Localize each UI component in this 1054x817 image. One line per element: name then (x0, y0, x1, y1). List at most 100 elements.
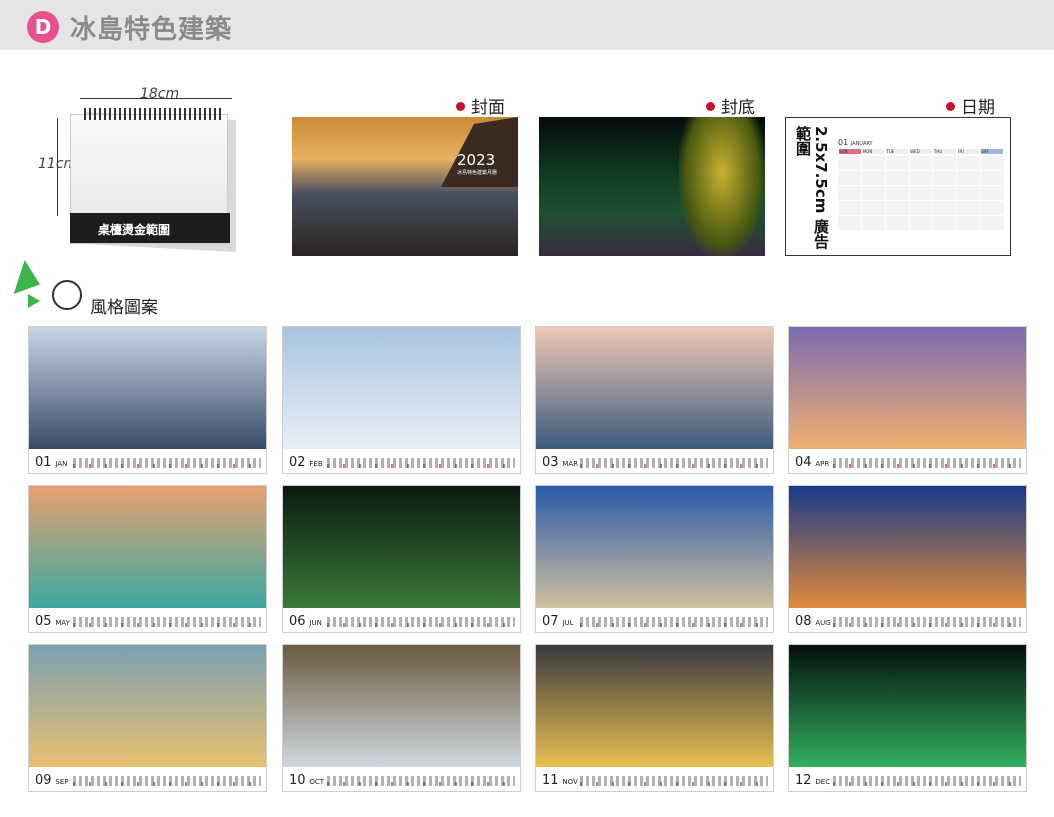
weekday-cell: SAT (981, 149, 1004, 154)
month-card: 03 MAR (535, 326, 774, 474)
mini-calendar-header: 01 JANUARY (838, 138, 873, 147)
back-cover-image (539, 117, 765, 256)
month-card: 06 JUN (282, 485, 521, 633)
weekend-markers (327, 623, 515, 627)
month-photo (283, 645, 520, 767)
section-badge: D (27, 11, 59, 43)
month-photo (789, 486, 1026, 608)
weekday-row: SUN MON TUE WED THU FRI SAT (838, 149, 1004, 154)
weekend-markers (580, 623, 768, 627)
date-label: 日期 (946, 93, 995, 118)
month-label: 08 AUG (795, 614, 831, 629)
month-label: 02 FEB (289, 455, 323, 470)
month-photo (29, 327, 266, 449)
month-abbr: JAN (55, 460, 68, 468)
girl-face-icon (52, 280, 82, 310)
bullet-icon (946, 102, 955, 111)
width-label: 18cm (140, 86, 180, 102)
back-label: 封底 (706, 93, 755, 118)
weekend-markers (73, 464, 261, 468)
bullet-icon (456, 102, 465, 111)
month-card: 07 JUL (535, 485, 774, 633)
month-card: 11 NOV (535, 644, 774, 792)
month-number: 03 (542, 455, 559, 470)
bullet-icon (706, 102, 715, 111)
month-number: 04 (795, 455, 812, 470)
month-number: 09 (35, 773, 52, 788)
arrow-icon (4, 258, 40, 294)
month-abbr: MAR (562, 460, 579, 468)
weekday-cell: SUN (839, 149, 861, 154)
cover-label: 封面 (456, 93, 505, 118)
month-abbr: FEB (309, 460, 323, 468)
weekend-markers (833, 464, 1021, 468)
month-card: 09 SEP (28, 644, 267, 792)
weekend-markers (73, 782, 261, 786)
desk-calendar: 桌檯燙金範圍 (70, 108, 238, 252)
month-label: 01 JAN (35, 455, 67, 470)
month-number: 10 (289, 773, 306, 788)
month-number: 07 (542, 614, 559, 629)
weekday-cell: THU (933, 149, 956, 154)
date-grid (838, 156, 1004, 230)
month-abbr: OCT (309, 778, 325, 786)
month-photo (283, 486, 520, 608)
desk-base-label: 桌檯燙金範圍 (98, 223, 171, 237)
month-number: 01 (35, 455, 52, 470)
month-label: 07 JUL (542, 614, 573, 629)
page-title: 冰島特色建築 (70, 15, 233, 45)
month-label: 05 MAY (35, 614, 70, 629)
month-number: 02 (289, 455, 306, 470)
month-card: 04 APR (788, 326, 1027, 474)
weekend-markers (580, 464, 768, 468)
month-abbr: SEP (55, 778, 69, 786)
month-photo (29, 486, 266, 608)
month-abbr: APR (815, 460, 830, 468)
month-number: 05 (35, 614, 52, 629)
weekend-markers (327, 782, 515, 786)
mini-calendar: 01 JANUARY SUN MON TUE WED THU FRI SAT (838, 138, 1004, 246)
month-label: 09 SEP (35, 773, 68, 788)
ad-area-text: 2.5x7.5cm 廣告範圍 (794, 126, 830, 249)
arrow-icon (28, 294, 40, 308)
tree-glow (679, 117, 765, 256)
month-card: 05 MAY (28, 485, 267, 633)
month-number: 08 (795, 614, 812, 629)
weekday-cell: MON (862, 149, 885, 154)
month-abbr: JUN (309, 619, 322, 627)
date-panel: 2.5x7.5cm 廣告範圍 01 JANUARY SUN MON TUE WE… (785, 117, 1011, 256)
month-photo (789, 327, 1026, 449)
cover-subtitle: 冰島特色建築月曆 (457, 170, 498, 176)
month-abbr: AUG (815, 619, 831, 627)
month-label: 03 MAR (542, 455, 578, 470)
month-number: 06 (289, 614, 306, 629)
weekend-markers (833, 782, 1021, 786)
month-card: 10 OCT (282, 644, 521, 792)
month-card: 02 FEB (282, 326, 521, 474)
weekday-cell: TUE (886, 149, 909, 154)
month-photo (536, 486, 773, 608)
weekday-cell: WED (910, 149, 932, 154)
weekend-markers (73, 623, 261, 627)
cover-year: 2023 (457, 151, 496, 169)
month-number: 11 (542, 773, 559, 788)
weekend-markers (327, 464, 515, 468)
weekend-markers (833, 623, 1021, 627)
style-section-label: 風格圖案 (90, 298, 158, 318)
month-abbr: DEC (815, 778, 831, 786)
weekday-cell: FRI (957, 149, 980, 154)
month-photo (283, 327, 520, 449)
weekend-markers (580, 782, 768, 786)
month-label: 11 NOV (542, 773, 578, 788)
month-photo (789, 645, 1026, 767)
month-abbr: NOV (562, 778, 578, 786)
month-card: 01 JAN (28, 326, 267, 474)
month-label: 04 APR (795, 455, 829, 470)
month-card: 12 DEC (788, 644, 1027, 792)
month-photo (29, 645, 266, 767)
month-photo (536, 645, 773, 767)
month-abbr: JUL (562, 619, 574, 627)
month-abbr: MAY (55, 619, 70, 627)
spiral-binding (84, 108, 224, 120)
cover-image: 2023 冰島特色建築月曆 (292, 117, 518, 256)
